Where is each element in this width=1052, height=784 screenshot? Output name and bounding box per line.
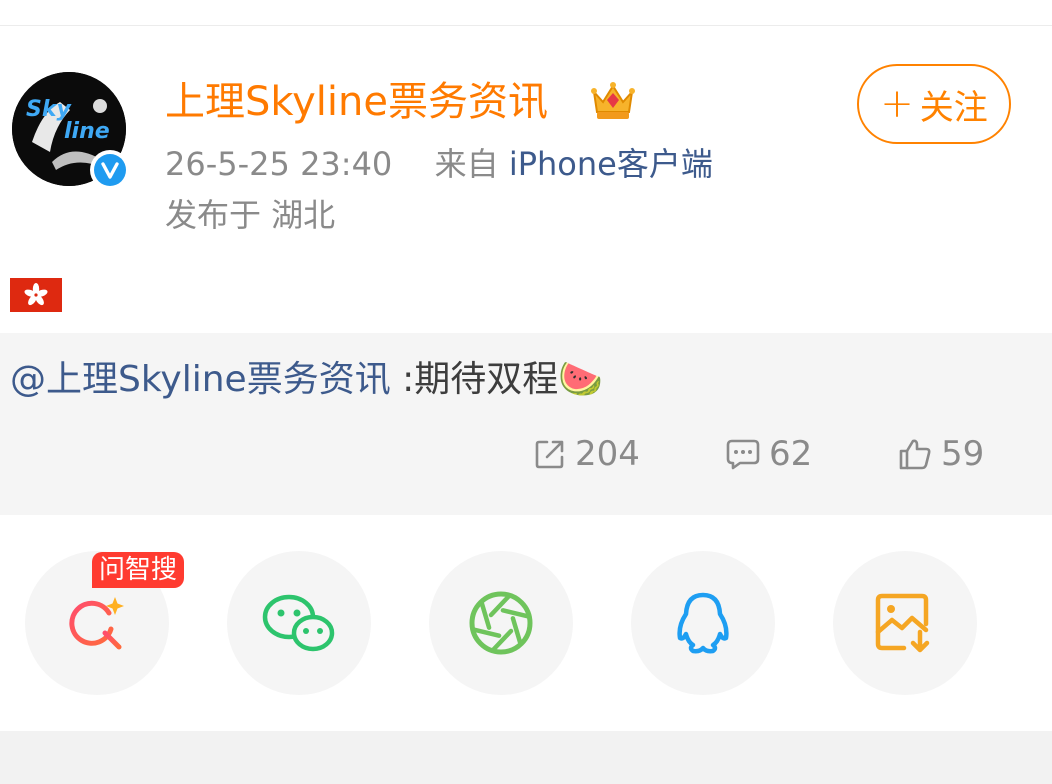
- repost-count-button[interactable]: 204: [533, 431, 640, 477]
- ai-search-icon: [69, 597, 124, 650]
- post-meta: 26-5-25 23:40 来自 iPhone客户端: [165, 142, 713, 186]
- repost-count: 204: [575, 434, 640, 474]
- comment-count-button[interactable]: 62: [725, 431, 812, 477]
- hong-kong-flag-icon: [10, 278, 62, 312]
- svg-text:line: line: [64, 119, 110, 144]
- reposted-content[interactable]: @上理Skyline票务资讯 :期待双程🍉 204 62 59: [0, 333, 1052, 515]
- timestamp: 26-5-25 23:40: [165, 145, 393, 183]
- ai-search-badge: 问智搜: [92, 552, 185, 588]
- share-qq-button[interactable]: [631, 551, 775, 695]
- repost-text: @上理Skyline票务资讯 :期待双程🍉: [10, 355, 603, 405]
- bottom-band: [0, 731, 1052, 784]
- moments-icon: [469, 591, 533, 655]
- follow-label: 关注: [919, 87, 988, 128]
- source-link[interactable]: iPhone客户端: [509, 145, 713, 183]
- verified-badge-icon: [90, 150, 130, 190]
- follow-button[interactable]: + 关注: [857, 64, 1011, 144]
- share-wechat-button[interactable]: [227, 551, 371, 695]
- share-arrow-icon: [535, 440, 564, 469]
- share-moments-button[interactable]: [429, 551, 573, 695]
- qq-icon: [677, 592, 729, 654]
- top-divider: [0, 25, 1052, 26]
- thumbs-up-icon: [899, 439, 931, 470]
- mention-link[interactable]: @上理Skyline票务资讯: [10, 359, 391, 400]
- comment-icon: [726, 439, 760, 470]
- source-prefix: 来自: [434, 145, 499, 183]
- crown-icon: [590, 80, 636, 122]
- repost-body: :期待双程🍉: [390, 359, 604, 400]
- plus-icon: +: [880, 81, 914, 127]
- location: 发布于 湖北: [165, 196, 336, 234]
- like-count: 59: [941, 434, 985, 474]
- comment-count: 62: [769, 434, 813, 474]
- username[interactable]: 上理Skyline票务资讯: [165, 74, 548, 130]
- wechat-icon: [262, 594, 335, 652]
- like-count-button[interactable]: 59: [897, 431, 984, 477]
- save-image-icon: [875, 593, 930, 653]
- save-image-button[interactable]: [833, 551, 977, 695]
